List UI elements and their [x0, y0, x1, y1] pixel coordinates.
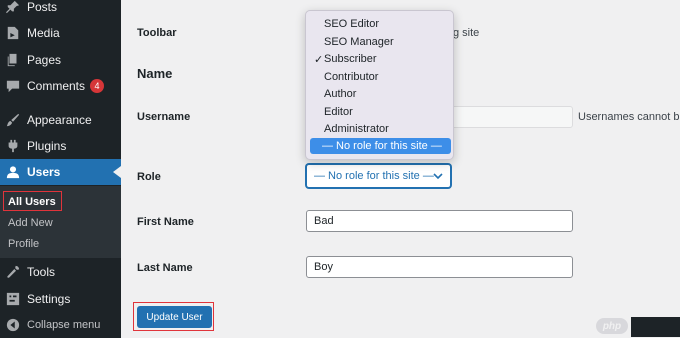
- menu-label: Collapse menu: [27, 319, 101, 331]
- option-label: Author: [324, 88, 357, 100]
- first-name-label: First Name: [137, 216, 194, 228]
- menu-item-posts[interactable]: Posts: [0, 0, 121, 20]
- checkmark-icon: ✓: [314, 53, 324, 66]
- settings-icon: [6, 292, 20, 306]
- first-name-field[interactable]: [306, 210, 573, 232]
- role-dropdown-menu: SEO Editor SEO Manager ✓ Subscriber Contr…: [305, 10, 454, 160]
- comments-icon: [6, 79, 20, 93]
- option-label: Editor: [324, 106, 353, 118]
- plugin-icon: [6, 139, 20, 153]
- watermark-bar: [631, 317, 680, 337]
- role-option-contributor[interactable]: Contributor: [310, 69, 451, 85]
- role-option-author[interactable]: Author: [310, 86, 451, 102]
- option-label: — No role for this site —: [322, 140, 442, 152]
- role-label: Role: [137, 171, 161, 183]
- menu-label: Settings: [27, 292, 71, 306]
- menu-label: Appearance: [27, 113, 92, 127]
- role-option-no-role[interactable]: — No role for this site —: [310, 138, 451, 154]
- username-note: Usernames cannot be: [578, 111, 680, 123]
- update-button-highlight: [133, 302, 214, 331]
- collapse-icon: [6, 318, 20, 332]
- php-logo: php: [596, 318, 628, 334]
- menu-item-comments[interactable]: Comments 4: [0, 73, 121, 99]
- option-label: Contributor: [324, 71, 379, 83]
- role-option-seo-editor[interactable]: SEO Editor: [310, 16, 451, 32]
- comments-count-badge: 4: [90, 79, 105, 93]
- toolbar-option-text: g site: [453, 27, 480, 39]
- current-menu-arrow: [113, 166, 121, 178]
- watermark: php: [596, 316, 680, 338]
- role-option-seo-manager[interactable]: SEO Manager: [310, 34, 451, 50]
- menu-label: Comments: [27, 79, 86, 93]
- media-icon: [6, 26, 20, 40]
- wrench-icon: [6, 265, 20, 279]
- option-label: Subscriber: [324, 53, 377, 65]
- all-users-highlight: [3, 191, 62, 211]
- option-label: Administrator: [324, 123, 389, 135]
- menu-label: Users: [27, 165, 61, 179]
- thumbtack-icon: [6, 0, 20, 14]
- menu-label: Plugins: [27, 139, 67, 153]
- menu-label: Posts: [27, 0, 58, 14]
- paintbrush-icon: [6, 113, 20, 127]
- menu-item-users[interactable]: Users: [0, 159, 121, 185]
- option-label: SEO Manager: [324, 36, 394, 48]
- last-name-field[interactable]: [306, 256, 573, 278]
- option-label: SEO Editor: [324, 18, 380, 30]
- role-select-value: — No role for this site —: [314, 170, 434, 182]
- role-option-editor[interactable]: Editor: [310, 104, 451, 120]
- last-name-label: Last Name: [137, 262, 193, 274]
- role-option-administrator[interactable]: Administrator: [310, 121, 451, 137]
- menu-item-pages[interactable]: Pages: [0, 47, 121, 73]
- role-select[interactable]: — No role for this site —: [306, 164, 451, 188]
- name-section-heading: Name: [137, 66, 173, 81]
- pages-icon: [6, 53, 20, 67]
- menu-item-media[interactable]: Media: [0, 20, 121, 46]
- menu-item-settings[interactable]: Settings: [0, 286, 121, 312]
- toolbar-label: Toolbar: [137, 27, 177, 39]
- submenu-profile[interactable]: Profile: [8, 238, 39, 250]
- username-label: Username: [137, 111, 191, 123]
- submenu-add-new[interactable]: Add New: [8, 217, 53, 229]
- menu-label: Tools: [27, 265, 56, 279]
- menu-item-plugins[interactable]: Plugins: [0, 133, 121, 159]
- menu-label: Pages: [27, 53, 62, 67]
- menu-item-collapse[interactable]: Collapse menu: [0, 312, 121, 338]
- menu-label: Media: [27, 26, 60, 40]
- user-icon: [6, 165, 20, 179]
- admin-sidebar: Posts Media Pages Comments 4 Appearance …: [0, 0, 121, 338]
- menu-item-appearance[interactable]: Appearance: [0, 107, 121, 133]
- menu-item-tools[interactable]: Tools: [0, 259, 121, 285]
- role-option-subscriber[interactable]: ✓ Subscriber: [310, 51, 451, 67]
- chevron-down-icon: [433, 173, 443, 180]
